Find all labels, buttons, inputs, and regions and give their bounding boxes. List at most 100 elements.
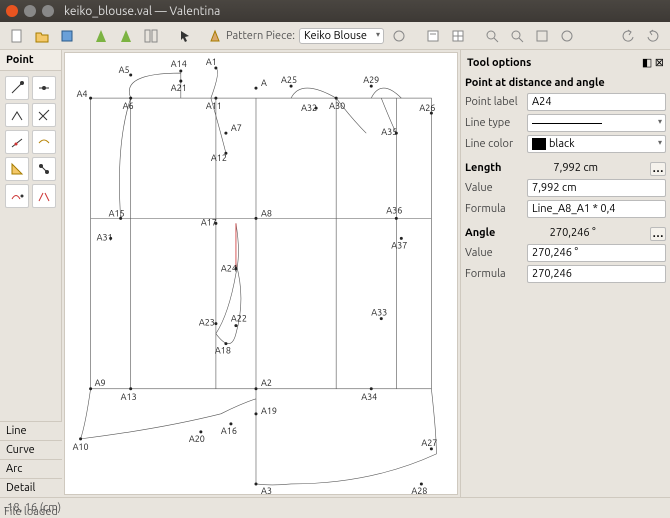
svg-text:A32: A32 — [301, 103, 317, 113]
svg-text:A28: A28 — [411, 486, 427, 494]
titlebar: keiko_blouse.val — Valentina — [0, 0, 670, 22]
point-tool-grid — [0, 71, 61, 213]
status-message: File loaded — [4, 506, 58, 518]
svg-text:A20: A20 — [189, 434, 205, 444]
pattern-piece-label: Pattern Piece: — [226, 30, 295, 42]
point-label-label: Point label — [465, 96, 523, 108]
svg-text:A3: A3 — [261, 486, 272, 494]
svg-text:A34: A34 — [361, 392, 377, 402]
left-category-tabs: Line Curve Arc Detail — [0, 421, 62, 497]
redo-button[interactable] — [642, 26, 664, 46]
tab-curve[interactable]: Curve — [0, 440, 62, 459]
tool-section-point[interactable]: Point — [0, 50, 61, 71]
point-label-input[interactable]: A24 — [527, 93, 666, 111]
zoom-out-button[interactable] — [506, 26, 528, 46]
length-expand-button[interactable]: … — [650, 162, 666, 176]
svg-text:A4: A4 — [77, 89, 88, 99]
angle-expand-button[interactable]: … — [650, 227, 666, 241]
svg-text:A35: A35 — [381, 127, 397, 137]
tool-point-2[interactable] — [32, 76, 56, 100]
svg-text:A1: A1 — [206, 57, 217, 67]
tool-point-1[interactable] — [5, 76, 29, 100]
window-maximize-button[interactable] — [42, 5, 54, 17]
svg-text:A18: A18 — [215, 346, 231, 356]
zoom-fit-button[interactable] — [531, 26, 553, 46]
pattern-piece-selector: Pattern Piece: Keiko Blouse — [208, 26, 410, 46]
open-file-button[interactable] — [31, 26, 53, 46]
svg-text:A15: A15 — [109, 208, 125, 218]
main-area: Point — [0, 50, 670, 497]
angle-value-label: Value — [465, 247, 523, 259]
svg-text:A31: A31 — [97, 232, 113, 242]
line-type-combo[interactable] — [527, 114, 666, 132]
tool-point-3[interactable] — [5, 103, 29, 127]
svg-text:A14: A14 — [171, 59, 187, 69]
tab-detail[interactable]: Detail — [0, 478, 62, 497]
panel-undock-icon[interactable]: ◧ — [642, 57, 652, 69]
length-group-label: Length — [465, 162, 501, 176]
tool-options-panel: Tool options ◧ ⊠ Point at distance and a… — [460, 50, 670, 497]
window-close-button[interactable] — [6, 5, 18, 17]
svg-text:A12: A12 — [211, 153, 227, 163]
length-summary: 7,992 cm — [553, 162, 598, 176]
zoom-original-button[interactable] — [556, 26, 578, 46]
pattern-piece-icon — [208, 29, 222, 43]
line-color-combo[interactable]: black — [527, 135, 666, 153]
zoom-in-button[interactable] — [481, 26, 503, 46]
panel-close-icon[interactable]: ⊠ — [655, 57, 664, 69]
tool-options-title: Tool options — [467, 57, 531, 69]
table-button[interactable] — [447, 26, 469, 46]
svg-text:A19: A19 — [261, 406, 277, 416]
svg-text:A36: A36 — [386, 205, 402, 215]
svg-text:A17: A17 — [201, 217, 217, 227]
svg-text:A13: A13 — [121, 392, 137, 402]
tool-point-8[interactable] — [32, 157, 56, 181]
tool-green1-button[interactable] — [90, 26, 112, 46]
layout-button[interactable] — [140, 26, 162, 46]
length-formula-label: Formula — [465, 203, 523, 215]
tool-point-6[interactable] — [32, 130, 56, 154]
svg-text:A10: A10 — [73, 442, 89, 452]
svg-text:A6: A6 — [123, 101, 134, 111]
angle-formula-input[interactable]: 270,246 — [527, 265, 666, 283]
svg-text:A24: A24 — [221, 263, 237, 273]
save-file-button[interactable] — [56, 26, 78, 46]
tool-point-7[interactable] — [5, 157, 29, 181]
main-toolbar: Pattern Piece: Keiko Blouse — [0, 22, 670, 50]
svg-text:A26: A26 — [419, 103, 435, 113]
svg-text:A21: A21 — [171, 83, 187, 93]
tool-point-9[interactable] — [5, 184, 29, 208]
tool-point-5[interactable] — [5, 130, 29, 154]
pattern-piece-settings-button[interactable] — [388, 26, 410, 46]
svg-text:A7: A7 — [231, 123, 242, 133]
angle-formula-label: Formula — [465, 268, 523, 280]
angle-value-input[interactable]: 270,246 ° — [527, 244, 666, 262]
pattern-piece-combo[interactable]: Keiko Blouse — [299, 28, 384, 44]
line-color-label: Line color — [465, 138, 523, 150]
tool-point-4[interactable] — [32, 103, 56, 127]
drawing-canvas[interactable]: A4 A6 A5 A14 A21 A1 A11 A7 A12 A A25 A32… — [64, 52, 458, 495]
svg-text:A23: A23 — [199, 318, 215, 328]
svg-text:A33: A33 — [371, 308, 387, 318]
svg-text:A8: A8 — [261, 208, 272, 218]
svg-text:A2: A2 — [261, 378, 272, 388]
tool-green2-button[interactable] — [115, 26, 137, 46]
tool-point-10[interactable] — [32, 184, 56, 208]
history-button[interactable] — [422, 26, 444, 46]
undo-button[interactable] — [617, 26, 639, 46]
tab-arc[interactable]: Arc — [0, 459, 62, 478]
tab-line[interactable]: Line — [0, 421, 62, 440]
line-type-label: Line type — [465, 117, 523, 129]
length-value-input[interactable]: 7,992 cm — [527, 179, 666, 197]
length-formula-input[interactable]: Line_A8_A1 * 0,4 — [527, 200, 666, 218]
svg-text:A: A — [261, 78, 267, 88]
svg-text:A25: A25 — [281, 75, 297, 85]
svg-text:A9: A9 — [95, 378, 106, 388]
pointer-tool-button[interactable] — [174, 26, 196, 46]
svg-text:A11: A11 — [206, 101, 222, 111]
angle-group-label: Angle — [465, 227, 495, 241]
status-bar: -18, 16 (cm) File loaded — [0, 497, 670, 517]
new-file-button[interactable] — [6, 26, 28, 46]
window-minimize-button[interactable] — [24, 5, 36, 17]
svg-text:A30: A30 — [329, 101, 345, 111]
